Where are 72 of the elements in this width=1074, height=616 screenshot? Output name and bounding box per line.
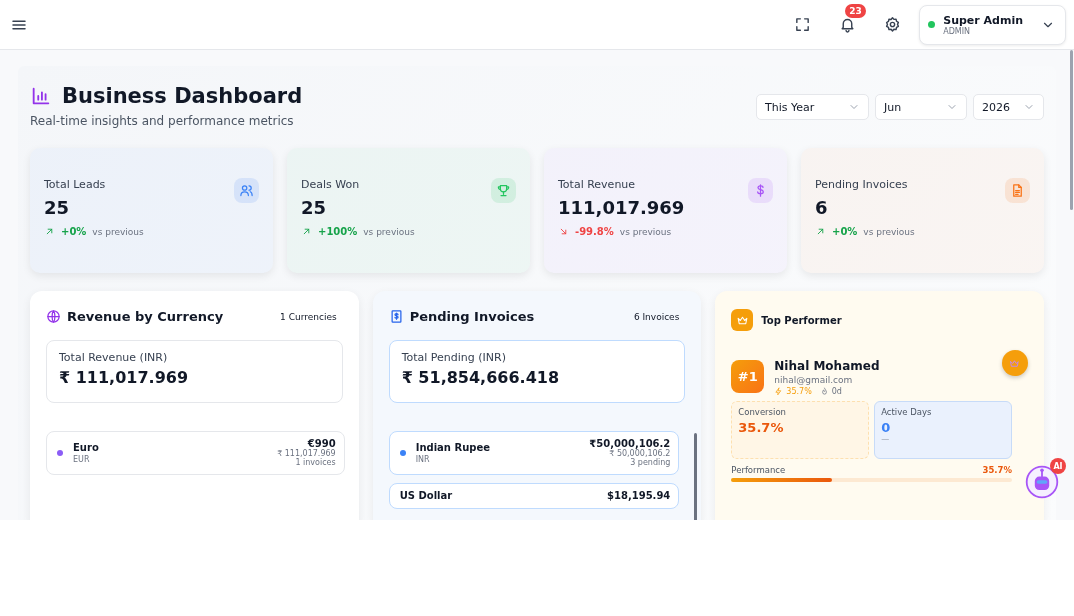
total-value: ₹ 111,017.969	[59, 368, 190, 387]
converted-amount: ₹ 50,000,106.2	[609, 449, 671, 458]
notification-badge: 23	[845, 4, 866, 18]
active-days: 0d	[831, 387, 842, 396]
total-label: Total Pending (INR)	[401, 351, 507, 364]
currency-name: Indian Rupee	[415, 441, 490, 453]
currency-row[interactable]: US Dollar $18,195.94	[388, 483, 680, 509]
change-note: vs previous	[363, 226, 415, 237]
lightning-icon	[774, 387, 784, 396]
change-note: vs previous	[863, 226, 915, 237]
performer-name: Nihal Mohamed	[774, 359, 880, 373]
currency-name: Euro	[73, 441, 99, 453]
rank-badge: #1	[731, 360, 765, 393]
currency-code: EUR	[73, 454, 91, 464]
filter-dropdown[interactable]: This Year	[756, 94, 869, 120]
currency-row[interactable]: Euro EUR €990 ₹ 111,017.969 1 invoices	[46, 431, 345, 475]
currency-row[interactable]: Indian Rupee INR ₹50,000,106.2 ₹ 50,000,106.2 3 pending	[388, 431, 680, 475]
flame-icon	[819, 387, 829, 396]
metric-note: —	[881, 435, 891, 444]
ai-badge: AI	[1050, 458, 1066, 474]
metric-label: Conversion	[738, 407, 787, 417]
users-icon	[239, 183, 254, 198]
stat-value: 6	[815, 197, 829, 218]
stat-label: Pending Invoices	[815, 178, 909, 191]
stat-value: 25	[44, 197, 71, 218]
globe-icon	[46, 309, 61, 324]
robot-icon[interactable]	[1024, 464, 1060, 500]
stat-label: Total Revenue	[558, 178, 637, 191]
change-percent: +100%	[318, 226, 358, 237]
settings-icon[interactable]	[884, 16, 902, 33]
change-percent: -99.8%	[575, 226, 614, 237]
fullscreen-icon[interactable]	[794, 16, 812, 33]
total-value: ₹ 51,854,666.418	[401, 368, 561, 387]
bar-chart-icon	[30, 85, 52, 107]
stat-value: 111,017.969	[558, 197, 685, 218]
trophy-icon	[496, 183, 511, 198]
filter-dropdown[interactable]: 2026	[973, 94, 1044, 120]
converted-amount: ₹ 111,017.969	[277, 449, 336, 458]
performance-label: Performance	[731, 465, 786, 475]
metric-value: 0	[881, 420, 892, 435]
conversion-rate: 35.7%	[786, 387, 812, 396]
invoice-count: 1 invoices	[294, 458, 336, 467]
performer-email: nihal@gmail.com	[774, 375, 854, 385]
stat-label: Total Leads	[44, 178, 107, 191]
document-icon	[1010, 183, 1025, 198]
change-note: vs previous	[619, 226, 672, 237]
page-title: Business Dashboard	[62, 84, 303, 108]
change-percent: +0%	[832, 226, 858, 237]
metric-label: Active Days	[881, 407, 933, 417]
amount: ₹50,000,106.2	[589, 438, 671, 449]
user-menu-button[interactable]: Super Admin ADMIN	[919, 4, 1066, 45]
amount: €990	[306, 438, 336, 449]
crown-icon	[1009, 357, 1021, 369]
total-label: Total Revenue (INR)	[59, 351, 169, 364]
performance-value: 35.7%	[982, 465, 1012, 475]
card-title: Top Performer	[761, 314, 842, 326]
stat-label: Deals Won	[301, 178, 361, 191]
stat-value: 25	[301, 197, 328, 218]
card-title: Pending Invoices	[409, 309, 536, 324]
invoice-count: 3 pending	[629, 458, 671, 467]
change-percent: +0%	[61, 226, 87, 237]
change-note: vs previous	[92, 226, 144, 237]
currency-code: INR	[415, 454, 431, 464]
page-subtitle: Real-time insights and performance metrics	[30, 114, 295, 128]
invoice-icon	[388, 309, 404, 324]
filter-dropdown[interactable]: Jun	[875, 94, 967, 120]
item-count: 1 Currencies	[280, 311, 337, 322]
card-title: Revenue by Currency	[67, 309, 225, 324]
item-count: 6 Invoices	[633, 311, 680, 322]
currency-name: US Dollar	[399, 490, 453, 501]
amount: $18,195.94	[607, 490, 671, 501]
metric-value: 35.7%	[738, 420, 785, 435]
